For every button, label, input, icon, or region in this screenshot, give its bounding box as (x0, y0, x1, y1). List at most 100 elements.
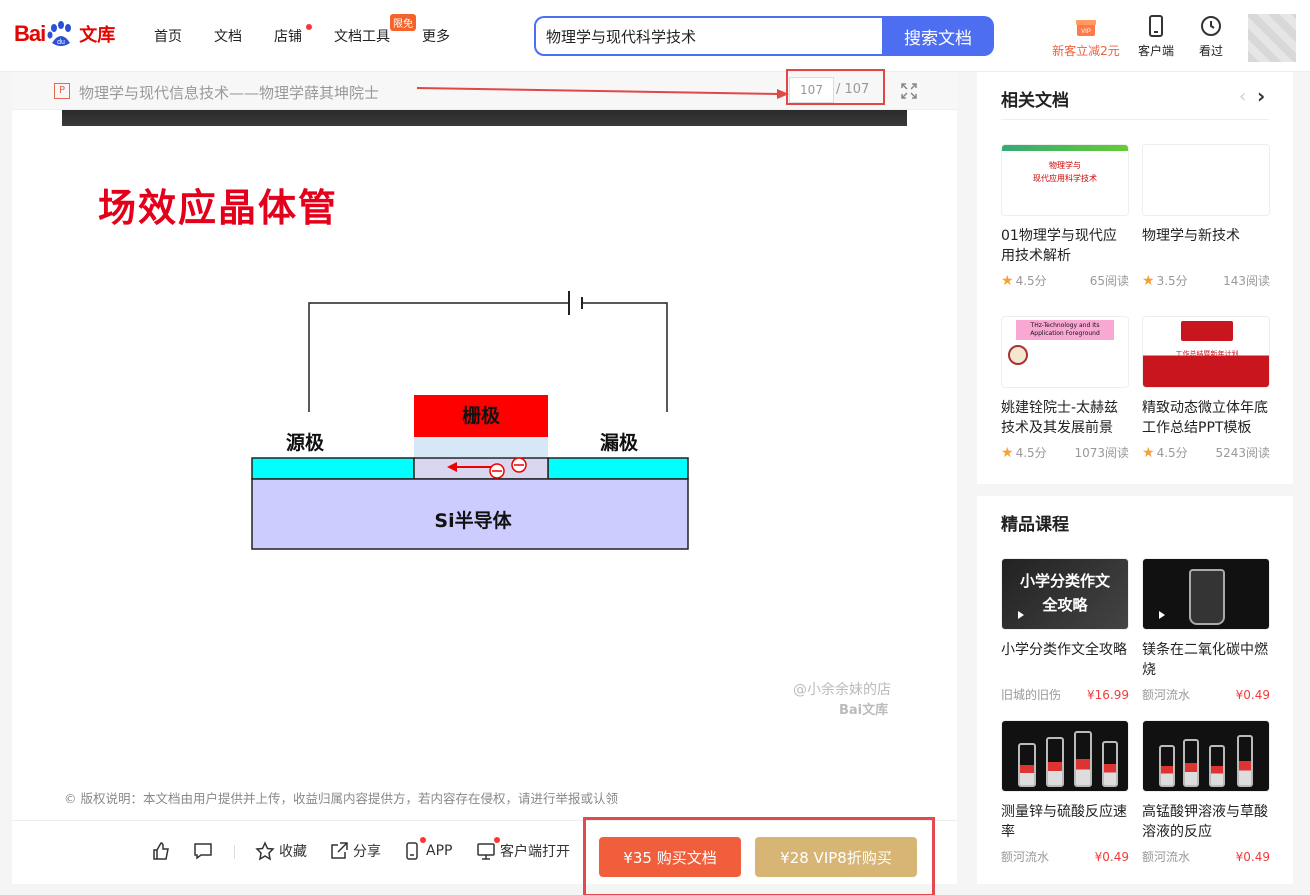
thumbnail-text: 物理学与 现代应用科学技术 (1033, 161, 1097, 183)
course-card-meta: 额河流水 ¥0.49 (1142, 686, 1270, 703)
share-button[interactable]: 分享 (329, 841, 381, 861)
share-label: 分享 (353, 844, 381, 860)
related-doc-card[interactable]: THz-Technology and Its Application Foreg… (1001, 316, 1129, 461)
fet-diagram: 栅极 源极 漏极 Si半导体 (251, 291, 689, 550)
related-docs-panel: 相关文档 ‹ › 物理学与 现代应用科学技术 01物理学与现代应用技术解析 ★ 4… (977, 72, 1293, 484)
course-card[interactable]: 测量锌与硫酸反应速率 额河流水 ¥0.49 (1001, 720, 1129, 865)
related-doc-card[interactable]: 工作总结暨新年计划 精致动态微立体年底工作总结PPT模板 ★ 4.5分 5243阅… (1142, 316, 1270, 461)
course-card[interactable]: 小学分类作文 全攻略 小学分类作文全攻略 旧城的旧伤 ¥16.99 (1001, 558, 1129, 703)
doc-card-title: 01物理学与现代应用技术解析 (1001, 228, 1117, 264)
rating-star-icon: ★ (1142, 273, 1155, 289)
rating-star-icon: ★ (1001, 445, 1014, 461)
client-download[interactable]: 客户端 (1136, 14, 1176, 59)
new-user-promo[interactable]: VIP 新客立减2元 (1050, 14, 1122, 59)
slide-title: 场效应晶体管 (98, 186, 339, 230)
search-input[interactable]: 物理学与现代科学技术 (534, 16, 884, 56)
course-thumbnail (1142, 558, 1270, 630)
thumbnail-text: THz-Technology and Its Application Foreg… (1016, 320, 1114, 340)
avatar[interactable] (1248, 14, 1296, 62)
doc-rating: 4.5分 (1156, 446, 1188, 460)
annotation-arrow (417, 87, 789, 99)
rating-star-icon: ★ (1142, 445, 1155, 461)
thumbnail-banner (1181, 321, 1233, 341)
doc-card-meta: ★ 4.5分 5243阅读 (1142, 444, 1270, 461)
page-number-input[interactable]: 107 (789, 77, 834, 103)
course-price: ¥0.49 (1235, 687, 1270, 702)
nav-docs[interactable]: 文档 (214, 26, 242, 46)
rating-star-icon: ★ (1001, 273, 1014, 289)
course-card-meta: 旧城的旧伤 ¥16.99 (1001, 686, 1129, 703)
substrate-label: Si半导体 (434, 509, 512, 532)
course-thumbnail (1142, 720, 1270, 792)
paw-logo-icon: du (46, 19, 76, 49)
doc-card-meta: ★ 4.5分 65阅读 (1001, 272, 1129, 289)
nav-store[interactable]: 店铺 (274, 26, 302, 46)
client-open-button[interactable]: 客户端打开 (476, 841, 570, 861)
course-card[interactable]: 镁条在二氧化碳中燃烧 额河流水 ¥0.49 (1142, 558, 1270, 703)
course-author: 额河流水 (1142, 850, 1191, 864)
course-thumbnail: 小学分类作文 全攻略 (1001, 558, 1129, 630)
top-header: Bai du 文库 首页 文档 店铺 文档工具 限免 更多 物理学与现代科学技术… (0, 0, 1310, 72)
bottle-graphic (1046, 737, 1064, 787)
source-block (251, 457, 415, 480)
course-author: 额河流水 (1142, 688, 1191, 702)
monitor-icon (477, 843, 495, 860)
thumbnail-text: 工作总结暨新年计划 (1175, 350, 1239, 358)
course-price: ¥16.99 (1087, 687, 1129, 702)
nav-home[interactable]: 首页 (154, 26, 182, 46)
nav-more[interactable]: 更多 (422, 26, 450, 46)
document-viewer: P 物理学与现代信息技术——物理学薛其坤院士 107 / 107 场效应晶体管 … (12, 69, 957, 895)
doc-reads: 5243阅读 (1215, 446, 1270, 460)
nav-doc-tools[interactable]: 文档工具 (334, 26, 390, 46)
glass-jar-graphic (1189, 569, 1225, 625)
doc-rating: 3.5分 (1156, 274, 1188, 288)
favorite-button[interactable]: 收藏 (255, 841, 307, 861)
course-card-meta: 额河流水 ¥0.49 (1001, 848, 1129, 865)
comment-button[interactable] (193, 841, 213, 861)
copyright-icon: © (64, 791, 77, 806)
document-action-bar: 收藏 分享 APP 客户端打开 ¥35 购买文档 ¥28 VIP8折购买 (12, 817, 957, 895)
doc-card-meta: ★ 4.5分 1073阅读 (1001, 444, 1129, 461)
course-price: ¥0.49 (1094, 849, 1129, 864)
document-toolbar: P 物理学与现代信息技术——物理学薛其坤院士 107 / 107 (12, 69, 957, 110)
fullscreen-icon[interactable] (900, 82, 918, 100)
courses-panel: 精品课程 小学分类作文 全攻略 小学分类作文全攻略 旧城的旧伤 ¥16.99 镁… (977, 496, 1293, 884)
vip-buy-button[interactable]: ¥28 VIP8折购买 (755, 837, 917, 877)
baidu-wenku-logo[interactable]: Bai du 文库 (14, 14, 115, 54)
doc-thumbnail: 物理学与 现代应用科学技术 (1001, 144, 1129, 216)
page-current: 107 (800, 83, 823, 97)
course-card-meta: 额河流水 ¥0.49 (1142, 848, 1270, 865)
drain-block (547, 457, 689, 480)
drain-label: 漏极 (600, 431, 639, 454)
gate-label: 栅极 (462, 404, 501, 427)
divider (1001, 119, 1269, 120)
course-card[interactable]: 高锰酸钾溶液与草酸溶液的反应 额河流水 ¥0.49 (1142, 720, 1270, 865)
like-button[interactable] (151, 841, 171, 861)
phone-icon (1144, 14, 1168, 38)
app-button[interactable]: APP (402, 841, 452, 861)
bottle-graphic (1074, 731, 1092, 787)
search-button[interactable]: 搜索文档 (882, 16, 994, 56)
chevron-left-icon[interactable]: ‹ (1239, 86, 1246, 107)
app-label: APP (426, 843, 453, 859)
buy-document-button[interactable]: ¥35 购买文档 (599, 837, 741, 877)
history[interactable]: 看过 (1196, 14, 1226, 59)
bottle-graphic (1209, 745, 1225, 787)
doc-rating: 4.5分 (1015, 274, 1047, 288)
clock-icon (1199, 14, 1223, 38)
svg-text:VIP: VIP (1081, 29, 1091, 35)
doc-card-title: 物理学与新技术 (1142, 228, 1240, 244)
logo-text-wenku: 文库 (79, 25, 116, 46)
related-doc-card[interactable]: 物理学与新技术 ★ 3.5分 143阅读 (1142, 144, 1270, 289)
phone-icon (406, 842, 418, 860)
copyright-text: 版权说明：本文档由用户提供并上传，收益归属内容提供方，若内容存在侵权，请进行举报… (80, 791, 618, 806)
course-card-title: 镁条在二氧化碳中燃烧 (1142, 642, 1268, 678)
doc-rating: 4.5分 (1015, 446, 1047, 460)
doc-card-title: 精致动态微立体年底工作总结PPT模板 (1142, 400, 1268, 436)
chevron-right-icon[interactable]: › (1257, 84, 1265, 108)
doc-thumbnail: THz-Technology and Its Application Foreg… (1001, 316, 1129, 388)
page-total: / 107 (836, 82, 870, 97)
related-doc-card[interactable]: 物理学与 现代应用科学技术 01物理学与现代应用技术解析 ★ 4.5分 65阅读 (1001, 144, 1129, 289)
doc-reads: 143阅读 (1223, 274, 1270, 288)
doc-reads: 1073阅读 (1074, 446, 1129, 460)
